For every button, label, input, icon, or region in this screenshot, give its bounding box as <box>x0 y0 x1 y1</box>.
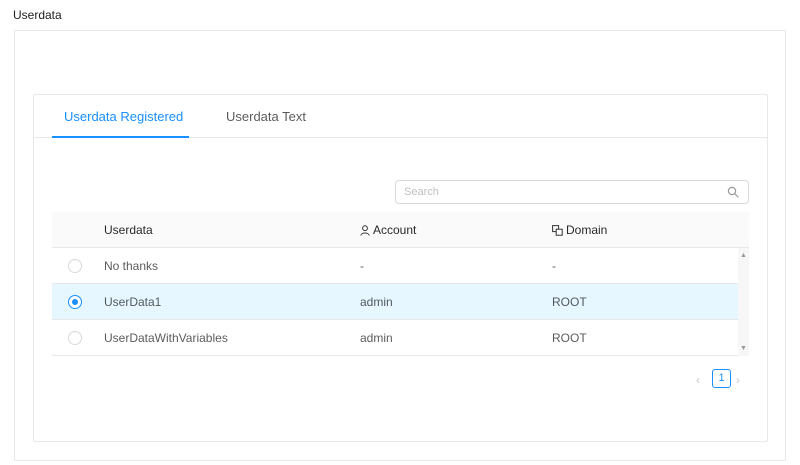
row-account: admin <box>360 295 393 309</box>
scroll-up-icon[interactable]: ▲ <box>740 252 747 259</box>
search-icon[interactable] <box>727 186 739 198</box>
row-radio[interactable] <box>68 295 82 309</box>
userdata-tabs-card: Userdata Registered Userdata Text Userda… <box>33 94 768 442</box>
search-box[interactable] <box>395 180 749 204</box>
domain-icon <box>552 224 563 236</box>
tab-bar: Userdata Registered Userdata Text <box>34 95 767 138</box>
tab-userdata-registered[interactable]: Userdata Registered <box>64 109 183 124</box>
table-header: Userdata Account Domain <box>52 212 749 248</box>
row-userdata-name: UserData1 <box>104 295 162 309</box>
table-row[interactable]: UserDataWithVariables admin ROOT <box>52 320 738 356</box>
row-domain: ROOT <box>552 331 587 345</box>
table-scrollbar[interactable]: ▲ ▼ <box>738 248 749 356</box>
chevron-left-icon[interactable]: ‹ <box>696 373 700 387</box>
row-radio[interactable] <box>68 259 82 273</box>
row-domain: ROOT <box>552 295 587 309</box>
userdata-table: Userdata Account Domain No thanks - - Us… <box>52 212 749 356</box>
chevron-right-icon[interactable]: › <box>736 373 740 387</box>
row-account: - <box>360 259 364 273</box>
row-domain: - <box>552 259 556 273</box>
column-header-account: Account <box>360 223 416 237</box>
page-title: Userdata <box>13 8 62 22</box>
column-header-userdata: Userdata <box>104 223 153 237</box>
scroll-down-icon[interactable]: ▼ <box>740 345 747 352</box>
active-tab-indicator <box>52 136 189 138</box>
tab-userdata-text[interactable]: Userdata Text <box>226 109 306 124</box>
row-userdata-name: No thanks <box>104 259 159 273</box>
table-body: No thanks - - UserData1 admin ROOT UserD… <box>52 248 749 356</box>
row-radio[interactable] <box>68 331 82 345</box>
search-input[interactable] <box>404 184 714 200</box>
user-icon <box>360 224 370 236</box>
table-row[interactable]: UserData1 admin ROOT <box>52 284 738 320</box>
column-header-domain: Domain <box>552 223 607 237</box>
table-row[interactable]: No thanks - - <box>52 248 738 284</box>
row-userdata-name: UserDataWithVariables <box>104 331 228 345</box>
row-account: admin <box>360 331 393 345</box>
page-number-button[interactable]: 1 <box>712 369 731 388</box>
